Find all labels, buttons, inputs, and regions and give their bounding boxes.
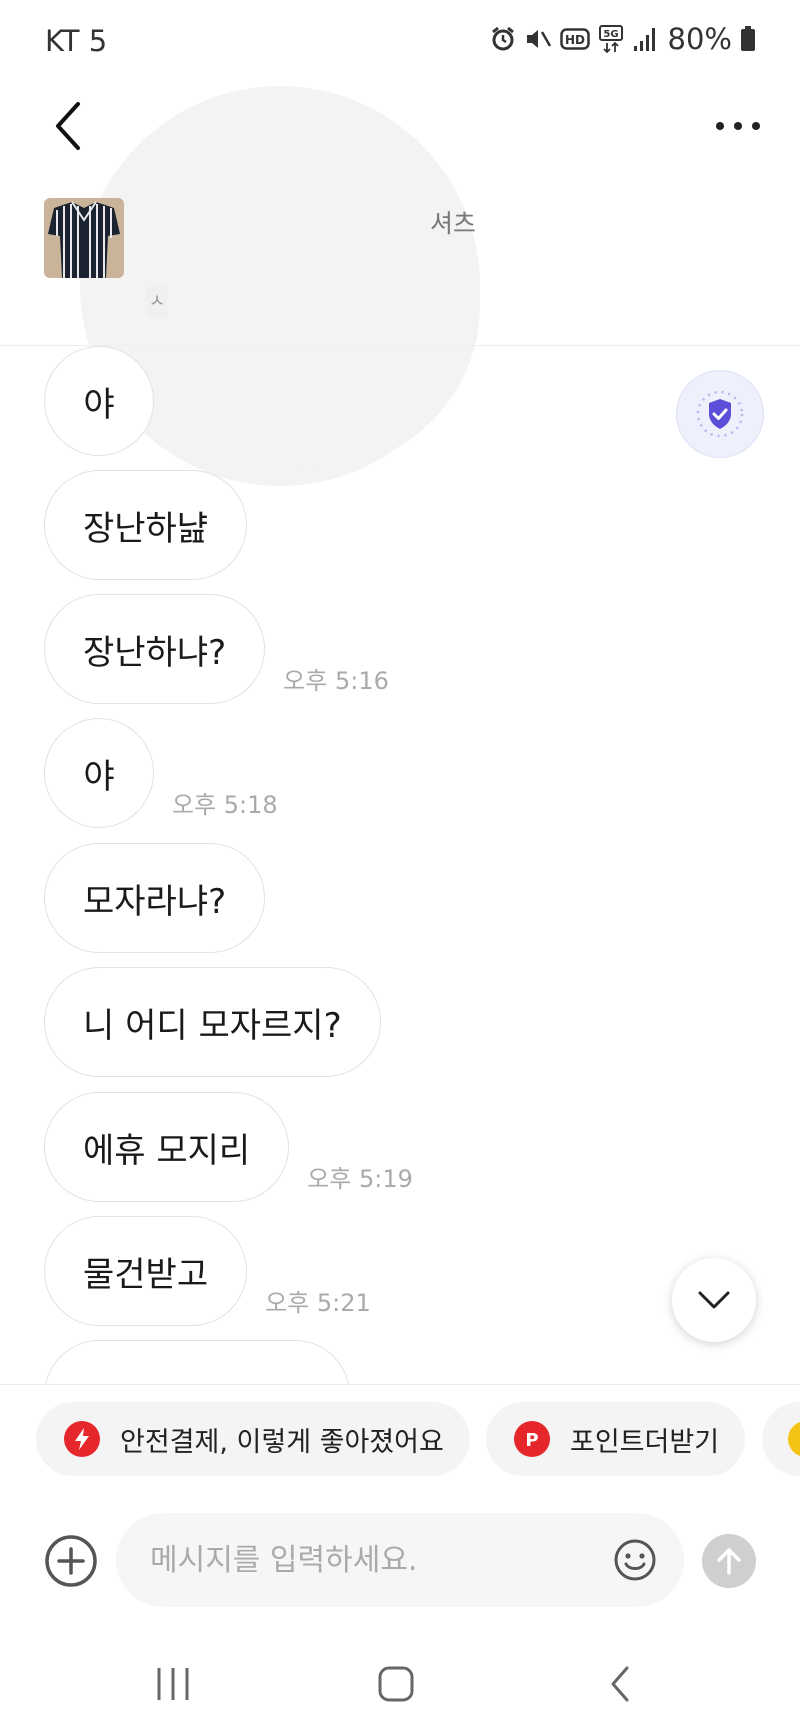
message-bubble[interactable]: 장난하냞 (44, 470, 248, 580)
smiley-icon (614, 1539, 656, 1581)
message-row: 물건받고 오후 5:21 (44, 1216, 371, 1326)
chevron-left-icon (56, 102, 80, 150)
add-attachment-button[interactable] (44, 1534, 98, 1588)
recent-apps-button[interactable] (143, 1658, 203, 1710)
home-button[interactable] (366, 1658, 426, 1710)
battery-icon (741, 26, 755, 51)
emoji-button[interactable] (612, 1537, 658, 1583)
svg-text:5G: 5G (603, 29, 618, 40)
composer (0, 1512, 800, 1608)
chip-label: 안전결제, 이렇게 좋아졌어요 (120, 1426, 444, 1458)
message-bubble[interactable]: 에휴 모지리 (44, 1092, 290, 1202)
message-time: 오후 5:18 (172, 791, 278, 819)
more-button[interactable] (710, 104, 766, 148)
message-bubble[interactable]: 야 (44, 718, 154, 828)
lightning-icon (64, 1421, 100, 1457)
product-tag: ㅅ (146, 286, 168, 318)
message-input[interactable] (150, 1513, 590, 1607)
message-bubble[interactable]: 모자라냐? (44, 843, 266, 953)
product-title: 셔츠 (430, 209, 477, 238)
message-bubble-partial[interactable] (44, 1340, 350, 1384)
status-bar: KT 5 HD 5G 80% (0, 0, 800, 86)
chip-safe-payment[interactable]: 안전결제, 이렇게 좋아졌어요 (36, 1402, 470, 1476)
message-row (44, 1340, 350, 1384)
back-arrow-icon (611, 1666, 629, 1702)
message-time: 오후 5:21 (265, 1289, 371, 1317)
plus-circle-icon (45, 1535, 97, 1587)
message-input-container (116, 1513, 684, 1607)
coin-icon (788, 1421, 800, 1457)
message-bubble[interactable]: 물건받고 (44, 1216, 248, 1326)
message-row: 에휴 모지리 오후 5:19 (44, 1092, 413, 1202)
chip-more-points[interactable]: P 포인트더받기 (486, 1402, 746, 1476)
chip-partial[interactable] (762, 1402, 800, 1476)
svg-text:HD: HD (565, 33, 585, 47)
more-dots-icon (716, 122, 760, 130)
svg-text:P: P (525, 1430, 538, 1451)
chip-label: 포인트더받기 (570, 1426, 720, 1458)
system-nav-bar (0, 1640, 800, 1734)
message-row: 장난하냐? 오후 5:16 (44, 594, 389, 704)
message-row: 니 어디 모자르지? (44, 967, 381, 1077)
battery-percent: 80% (667, 22, 732, 56)
5g-icon: 5G (598, 25, 623, 53)
shield-check-icon (696, 390, 744, 438)
message-bubble[interactable]: 니 어디 모자르지? (44, 967, 381, 1077)
chat-screen: KT 5 HD 5G 80% 셔츠 ㅅ 야 장난하냞 장난하냐? 오후 5:16… (0, 0, 800, 1734)
system-back-button[interactable] (590, 1658, 650, 1710)
product-thumbnail[interactable] (44, 198, 124, 278)
home-icon (378, 1666, 414, 1702)
chat-header: 셔츠 ㅅ (0, 86, 800, 486)
safe-payment-badge[interactable] (676, 370, 764, 458)
message-list[interactable]: 야 장난하냞 장난하냐? 오후 5:16 야 오후 5:18 모자라냐? 니 어… (0, 346, 800, 1384)
arrow-up-icon (717, 1548, 741, 1575)
message-row: 야 (44, 346, 154, 456)
message-time: 오후 5:19 (307, 1165, 413, 1193)
quick-chips: 안전결제, 이렇게 좋아졌어요 P 포인트더받기 (0, 1402, 800, 1478)
chevron-down-icon (698, 1291, 730, 1309)
back-button[interactable] (48, 96, 92, 156)
message-bubble[interactable]: 야 (44, 346, 154, 456)
message-row: 모자라냐? (44, 843, 266, 953)
signal-icon (633, 28, 655, 51)
carrier-label: KT 5 (45, 24, 108, 58)
recent-apps-icon (157, 1668, 189, 1700)
send-button[interactable] (702, 1534, 756, 1588)
point-icon: P (514, 1421, 550, 1457)
message-bubble[interactable]: 장난하냐? (44, 594, 266, 704)
alarm-icon (491, 26, 514, 51)
message-row: 장난하냞 (44, 470, 248, 580)
message-row: 야 오후 5:18 (44, 718, 278, 828)
message-time: 오후 5:16 (283, 667, 389, 695)
scroll-to-bottom-button[interactable] (672, 1258, 756, 1342)
hd-icon: HD (559, 28, 590, 50)
status-icons: HD 5G 80% (490, 22, 756, 56)
shirt-image (44, 198, 124, 278)
mute-icon (526, 30, 551, 48)
bottom-divider (0, 1384, 800, 1385)
